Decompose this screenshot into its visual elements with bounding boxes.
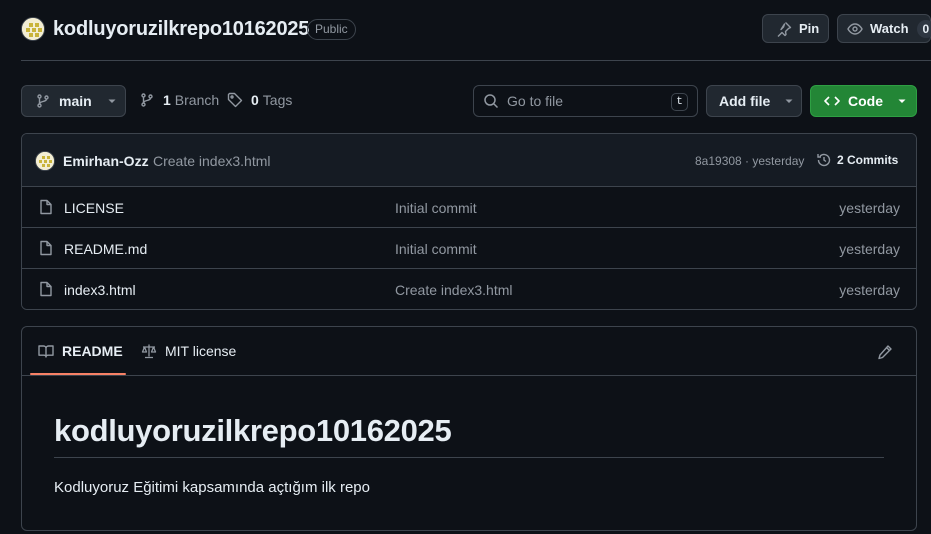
file-name[interactable]: LICENSE	[64, 200, 124, 216]
tag-count: 0	[251, 92, 259, 108]
file-date: yesterday	[839, 200, 900, 216]
code-icon	[824, 93, 840, 109]
eye-icon	[847, 21, 863, 37]
file-table: Emirhan-Ozz Create index3.html 8a19308 ·…	[21, 133, 917, 310]
search-input[interactable]	[507, 93, 667, 109]
add-file-label: Add file	[719, 93, 771, 109]
code-button[interactable]: Code	[810, 85, 917, 117]
commit-count: 2 Commits	[837, 153, 899, 167]
code-label: Code	[848, 93, 883, 109]
branch-name: main	[59, 93, 92, 109]
watch-count: 0	[916, 19, 931, 38]
tags-link[interactable]: 0 Tags	[227, 92, 292, 108]
pin-label: Pin	[799, 21, 820, 36]
commit-author-avatar[interactable]	[35, 151, 55, 171]
watch-label: Watch	[870, 21, 909, 36]
tab-readme-label: README	[62, 343, 123, 359]
readme-title: kodluyoruzilkrepo10162025	[54, 413, 452, 448]
active-tab-underline	[30, 373, 126, 375]
branches-link[interactable]: 1 Branch	[139, 92, 219, 108]
branch-select-button[interactable]: main	[21, 85, 126, 117]
file-icon	[38, 281, 54, 297]
file-row[interactable]: README.md Initial commit yesterday	[22, 228, 916, 269]
readme-body: Kodluyoruz Eğitimi kapsamında açtığım il…	[54, 479, 370, 496]
header-divider	[21, 60, 931, 61]
file-icon	[38, 199, 54, 215]
tag-label: Tags	[262, 92, 293, 108]
chevron-down-icon	[784, 96, 794, 106]
file-commit-message[interactable]: Initial commit	[395, 241, 477, 257]
latest-commit-bar: Emirhan-Ozz Create index3.html 8a19308 ·…	[22, 134, 916, 187]
git-branch-icon	[35, 93, 51, 109]
commit-author[interactable]: Emirhan-Ozz	[63, 153, 149, 169]
shortcut-hint: t	[671, 93, 688, 111]
git-branch-icon	[139, 92, 155, 108]
pin-button[interactable]: Pin	[762, 14, 829, 43]
file-icon	[38, 240, 54, 256]
owner-avatar[interactable]	[21, 17, 45, 41]
file-commit-message[interactable]: Create index3.html	[395, 282, 513, 298]
file-row[interactable]: LICENSE Initial commit yesterday	[22, 187, 916, 228]
pencil-icon[interactable]	[877, 344, 893, 360]
repo-name[interactable]: kodluyoruzilkrepo10162025	[53, 18, 309, 41]
file-name[interactable]: index3.html	[64, 282, 136, 298]
tab-readme[interactable]: README	[38, 343, 123, 359]
file-date: yesterday	[839, 282, 900, 298]
watch-button[interactable]: Watch 0	[837, 14, 931, 43]
repo-header: kodluyoruzilkrepo10162025 Public Pin Wat…	[0, 0, 931, 60]
go-to-file-search[interactable]: t	[473, 85, 698, 117]
branch-count: 1	[163, 92, 171, 108]
pin-icon	[776, 21, 792, 37]
commits-link[interactable]: 2 Commits	[816, 152, 898, 168]
file-name[interactable]: README.md	[64, 241, 147, 257]
visibility-badge: Public	[307, 19, 356, 40]
history-icon	[816, 152, 832, 168]
commit-sha-time[interactable]: 8a19308 · yesterday	[695, 154, 804, 168]
add-file-button[interactable]: Add file	[706, 85, 802, 117]
commit-message[interactable]: Create index3.html	[153, 153, 271, 169]
tag-icon	[227, 92, 243, 108]
file-row[interactable]: index3.html Create index3.html yesterday	[22, 269, 916, 309]
tab-license[interactable]: MIT license	[141, 343, 236, 359]
readme-panel: README MIT license kodluyoruzilkrepo1016…	[21, 326, 917, 531]
readme-divider	[54, 457, 884, 458]
chevron-down-icon	[897, 96, 907, 106]
file-date: yesterday	[839, 241, 900, 257]
branch-label: Branch	[174, 92, 220, 108]
search-icon	[483, 93, 499, 109]
chevron-down-icon	[107, 96, 117, 106]
law-icon	[141, 343, 157, 359]
tab-license-label: MIT license	[165, 343, 237, 359]
readme-tabs: README MIT license	[22, 327, 916, 376]
book-icon	[38, 343, 54, 359]
file-commit-message[interactable]: Initial commit	[395, 200, 477, 216]
